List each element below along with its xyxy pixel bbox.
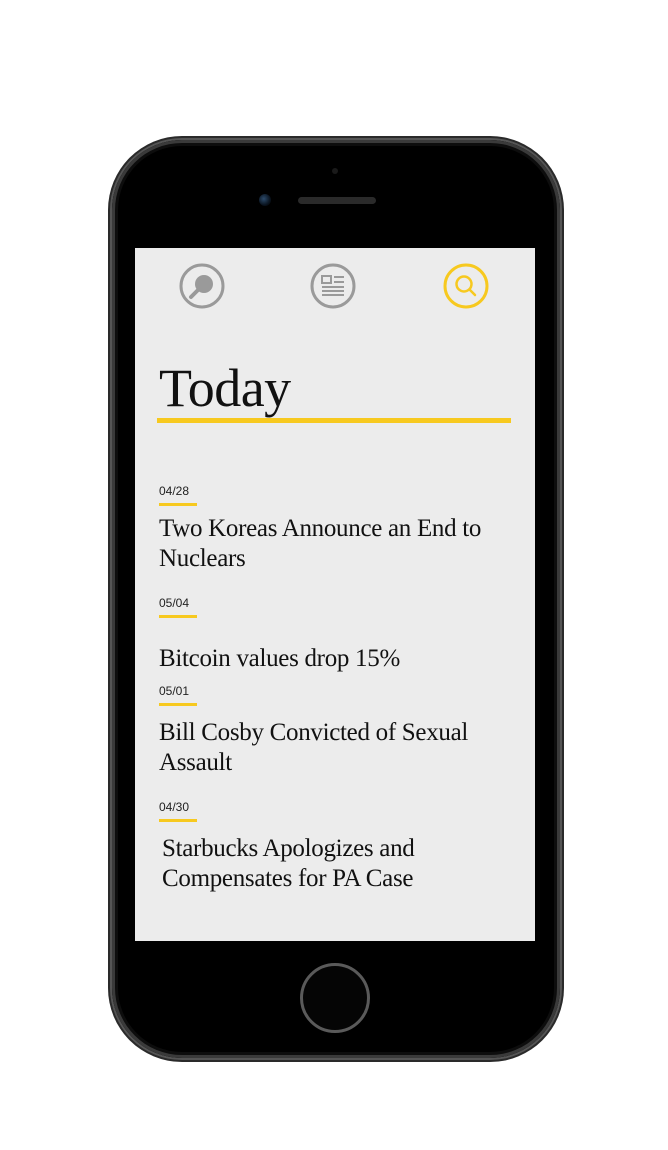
page-title: Today (159, 358, 291, 418)
news-headline-link[interactable]: Two Koreas Announce an End to Nuclears (159, 514, 509, 574)
news-headline-link[interactable]: Bill Cosby Convicted of Sexual Assault (159, 718, 509, 778)
news-item: 05/01 Bill Cosby Convicted of Sexual Ass… (159, 680, 509, 778)
nav-news-button[interactable] (310, 263, 356, 309)
nav-search-button[interactable] (443, 263, 489, 309)
news-headline-link[interactable]: Starbucks Apologizes and Compensates for… (159, 834, 509, 894)
news-date: 05/01 (159, 684, 197, 706)
top-nav (135, 248, 535, 328)
title-underline (157, 418, 511, 423)
stage: Today 04/28 Two Koreas Announce an End t… (0, 0, 668, 1150)
news-date: 04/28 (159, 484, 197, 506)
earpiece-speaker (298, 197, 376, 204)
news-icon (310, 263, 356, 309)
news-item: 04/30 Starbucks Apologizes and Compensat… (159, 796, 509, 894)
news-item: 04/28 Two Koreas Announce an End to Nucl… (159, 480, 509, 574)
app-screen: Today 04/28 Two Koreas Announce an End t… (135, 248, 535, 941)
front-camera-icon (259, 194, 271, 206)
explore-icon (179, 263, 225, 309)
search-icon (443, 263, 489, 309)
news-item: 05/04 Bitcoin values drop 15% (159, 592, 509, 674)
news-date: 05/04 (159, 596, 197, 618)
nav-explore-button[interactable] (179, 263, 225, 309)
proximity-sensor (332, 168, 338, 174)
news-headline-link[interactable]: Bitcoin values drop 15% (159, 644, 509, 674)
home-button[interactable] (300, 963, 370, 1033)
news-date: 04/30 (159, 800, 197, 822)
